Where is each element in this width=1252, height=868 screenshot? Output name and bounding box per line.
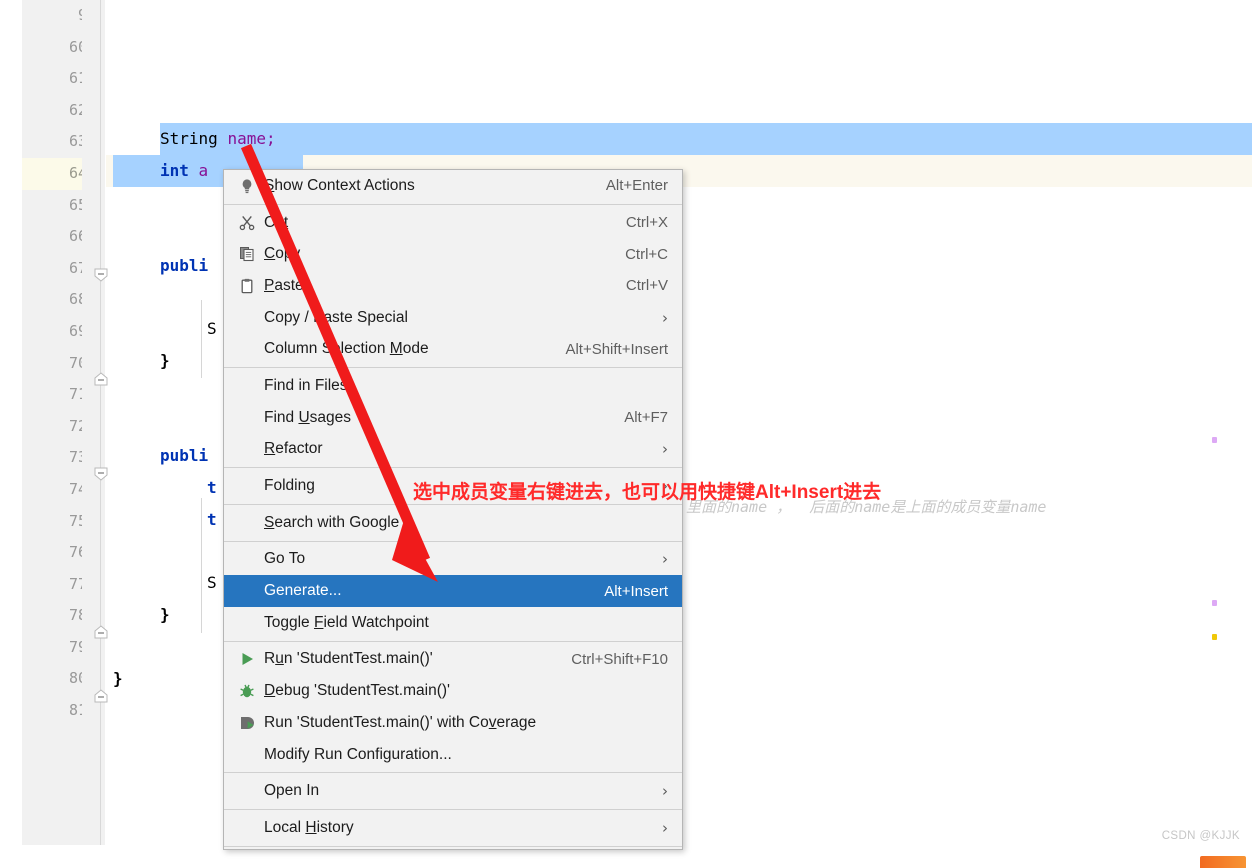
menu-item-shortcut: Ctrl+X (625, 214, 668, 232)
menu-item-label: Find in Files (264, 376, 348, 394)
debug-icon (234, 683, 260, 699)
menu-item-label: Show Context Actions (264, 176, 415, 194)
submenu-chevron-right-icon: › (662, 782, 668, 801)
menu-item-column-selection-mode[interactable]: Column Selection Mode Alt+Shift+Insert (224, 333, 682, 365)
code-line-73: publi (160, 440, 208, 472)
coverage-icon (234, 715, 260, 731)
code-token-stmt-1: S (207, 319, 217, 338)
menu-item-label: Cut (264, 213, 289, 231)
code-token-class-brace: } (113, 669, 123, 688)
menu-item-label: Run 'StudentTest.main()' with Coverage (264, 713, 537, 731)
menu-item-toggle-field-watchpoint[interactable]: Toggle Field Watchpoint (224, 607, 682, 639)
csdn-watermark: CSDN @KJJK (1161, 830, 1240, 842)
error-stripe-marker-3[interactable] (1212, 634, 1217, 640)
code-token-public-2: publi (160, 446, 209, 465)
code-line-64: int a (160, 155, 208, 187)
menu-item-find-in-files[interactable]: Find in Files (224, 370, 682, 402)
menu-item-label: Go To (264, 550, 306, 568)
submenu-chevron-right-icon: › (662, 308, 668, 327)
code-line-77: S (207, 567, 217, 599)
menu-item-search-with-google[interactable]: Search with Google (224, 507, 682, 539)
copy-icon (234, 246, 260, 262)
code-token-brace-1: } (160, 351, 170, 370)
error-stripe-marker-2[interactable] (1212, 600, 1217, 606)
menu-item-generate[interactable]: Generate... Alt+Insert (224, 575, 682, 607)
code-token-public-1: publi (160, 256, 209, 275)
code-line-67: publi (160, 250, 208, 282)
menu-item-find-usages[interactable]: Find Usages Alt+F7 (224, 402, 682, 434)
menu-item-open-in[interactable]: Open In › (224, 775, 682, 807)
menu-item-shortcut: Ctrl+C (625, 245, 668, 263)
code-line-75: t (207, 504, 217, 536)
menu-item-shortcut: Ctrl+V (625, 277, 668, 295)
menu-separator (224, 467, 682, 469)
code-token-string-type: String (160, 129, 218, 148)
menu-separator (224, 845, 682, 847)
menu-item-label: Column Selection Mode (264, 340, 429, 358)
menu-item-label: Toggle Field Watchpoint (264, 613, 429, 631)
submenu-chevron-right-icon: › (662, 440, 668, 459)
code-line-74: t (207, 472, 217, 504)
menu-item-label: Paste (264, 276, 304, 294)
menu-item-label: Find Usages (264, 408, 352, 426)
menu-item-debug-studenttest-main[interactable]: Debug 'StudentTest.main()' (224, 675, 682, 707)
code-line-63: String name; (160, 123, 276, 155)
code-token-brace-2: } (160, 605, 170, 624)
code-token-this-2: t (207, 510, 217, 529)
menu-item-refactor[interactable]: Refactor › (224, 434, 682, 466)
menu-item-label: Refactor (264, 440, 323, 458)
screen-root: 9606162636465666768697071727374757677787… (0, 0, 1252, 868)
code-line-78: } (160, 599, 170, 631)
scissors-icon (234, 215, 260, 231)
submenu-chevron-right-icon: › (662, 818, 668, 837)
annotation-red-text: 选中成员变量右键进去，也可以用快捷键Alt+Insert进去 (413, 482, 882, 503)
menu-item-shortcut: Alt+Shift+Insert (565, 340, 668, 358)
menu-item-label: Local History (264, 818, 354, 836)
menu-separator (224, 772, 682, 774)
menu-item-shortcut: Alt+Insert (604, 582, 668, 600)
menu-item-label: Copy / Paste Special (264, 308, 408, 326)
run-icon (234, 651, 260, 667)
menu-item-shortcut: Alt+Enter (605, 177, 668, 195)
menu-separator (224, 809, 682, 811)
error-stripe-marker-1[interactable] (1212, 437, 1217, 443)
code-line-80: } (113, 663, 123, 695)
menu-item-run-with-coverage[interactable]: Run 'StudentTest.main()' with Coverage (224, 707, 682, 739)
menu-item-label: Run 'StudentTest.main()' (264, 650, 433, 668)
menu-item-label: Search with Google (264, 513, 400, 531)
menu-item-modify-run-configuration[interactable]: Modify Run Configuration... (224, 739, 682, 771)
editor-context-menu[interactable]: Show Context Actions Alt+Enter Cut Ctrl+X Co… (223, 169, 683, 850)
menu-item-label: Debug 'StudentTest.main()' (264, 682, 450, 700)
menu-item-show-context-actions[interactable]: Show Context Actions Alt+Enter (224, 170, 682, 202)
menu-item-paste[interactable]: Paste Ctrl+V (224, 270, 682, 302)
code-token-field-name: name; (227, 129, 276, 148)
menu-separator (224, 503, 682, 505)
menu-item-label: Copy (264, 245, 301, 263)
menu-separator (224, 203, 682, 205)
menu-item-copy[interactable]: Copy Ctrl+C (224, 238, 682, 270)
code-token-this-1: t (207, 478, 217, 497)
menu-item-copy-paste-special[interactable]: Copy / Paste Special › (224, 302, 682, 334)
menu-item-shortcut: Alt+F7 (624, 409, 668, 427)
menu-item-label: Generate... (264, 582, 342, 600)
menu-separator (224, 367, 682, 369)
code-token-stmt-2: S (207, 573, 217, 592)
code-token-int-field: a (198, 161, 209, 180)
menu-item-run-studenttest-main[interactable]: Run 'StudentTest.main()' Ctrl+Shift+F10 (224, 644, 682, 676)
menu-item-local-history[interactable]: Local History › (224, 812, 682, 844)
orange-chip-decoration (1200, 856, 1246, 868)
lightbulb-icon (234, 178, 260, 194)
submenu-chevron-right-icon: › (662, 550, 668, 569)
menu-item-cut[interactable]: Cut Ctrl+X (224, 207, 682, 239)
menu-item-label: Modify Run Configuration... (264, 745, 452, 763)
menu-separator (224, 540, 682, 542)
menu-item-shortcut: Ctrl+Shift+F10 (571, 650, 668, 668)
menu-item-label: Open In (264, 782, 320, 800)
clipboard-icon (234, 278, 260, 294)
code-line-69: S (207, 313, 217, 345)
menu-separator (224, 640, 682, 642)
menu-item-go-to[interactable]: Go To › (224, 544, 682, 576)
code-line-70: } (160, 345, 170, 377)
code-token-int-keyword: int (160, 161, 189, 180)
